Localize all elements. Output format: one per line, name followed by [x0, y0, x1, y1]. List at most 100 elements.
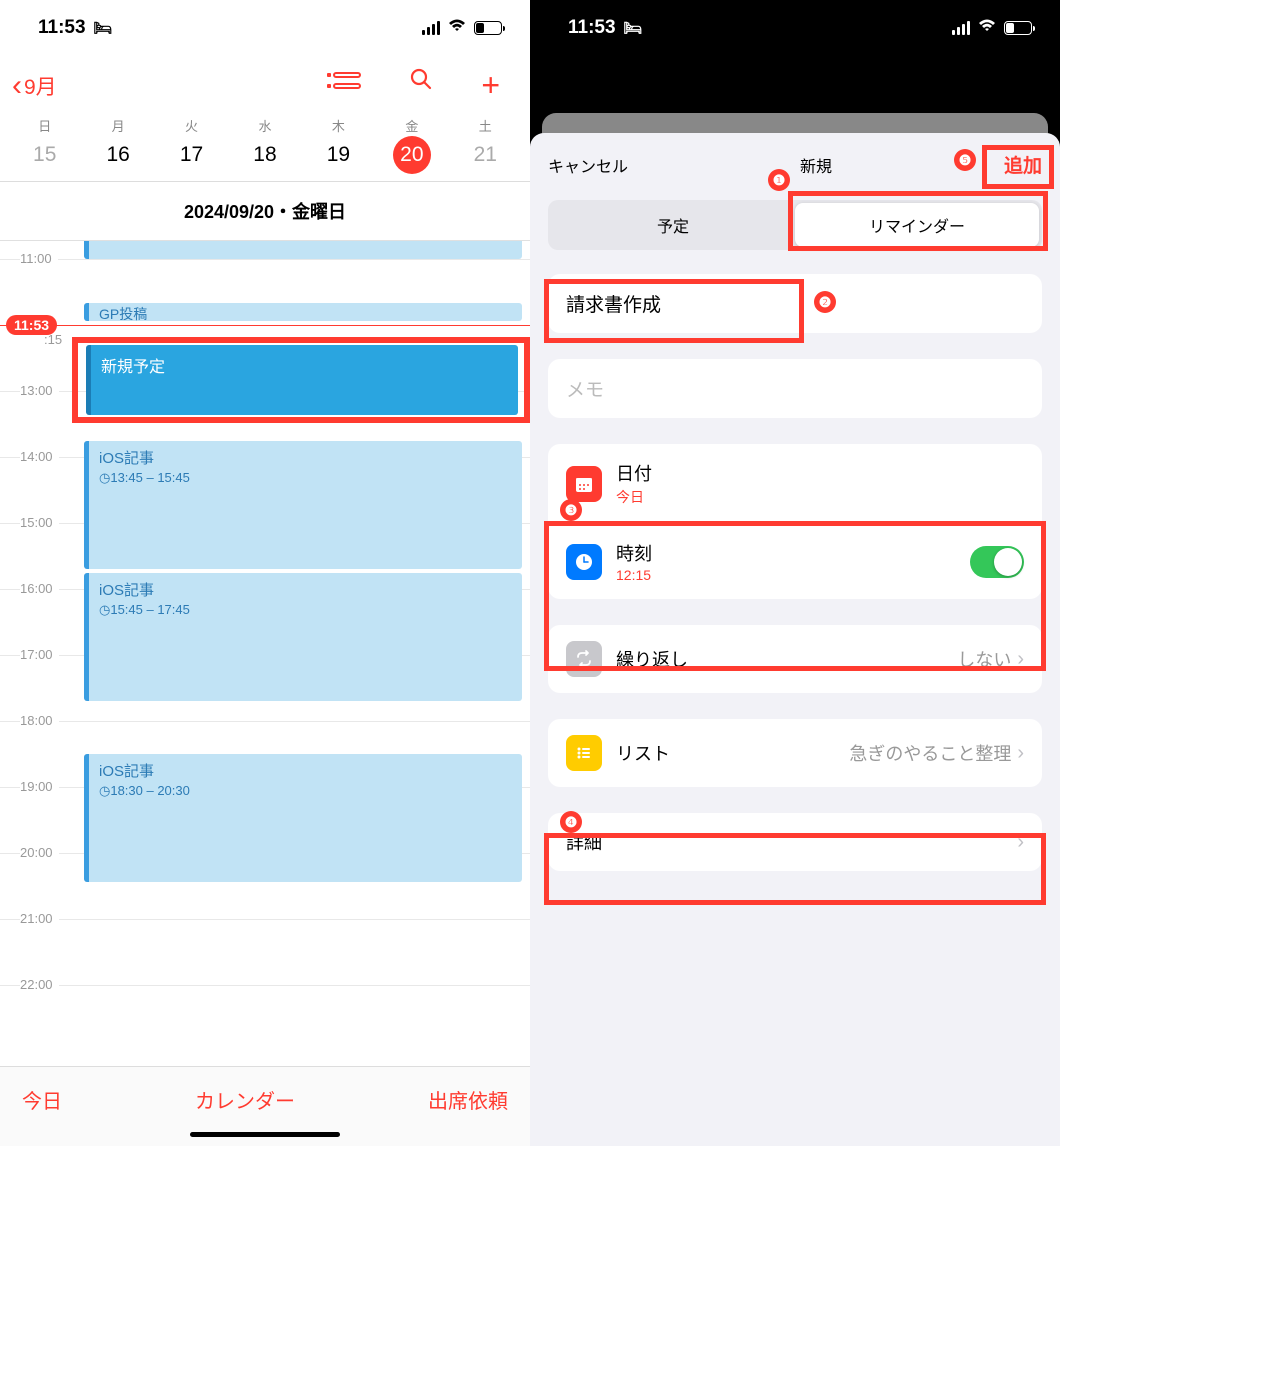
date-cell[interactable]: 16: [81, 143, 154, 167]
wifi-icon: [978, 18, 996, 38]
weekday-label: 月: [81, 116, 154, 135]
hour-label: 22:00: [20, 977, 59, 992]
calendar-screen: 11:53 🛏 ‹ 9月 + 日 月 火 水: [0, 0, 530, 1146]
annotation-badge-1: ❶: [768, 169, 790, 191]
chevron-right-icon: ›: [1017, 831, 1024, 854]
today-button[interactable]: 今日: [22, 1085, 62, 1114]
hour-label: 18:00: [20, 713, 59, 728]
memo-field[interactable]: メモ: [548, 359, 1042, 418]
event-ios1[interactable]: iOS記事 ◷13:45 – 15:45: [84, 441, 522, 569]
date-row[interactable]: 日付 今日: [548, 444, 1042, 524]
date-cell[interactable]: 21: [449, 143, 522, 167]
clock-icon: ◷: [99, 783, 110, 799]
repeat-icon: [566, 641, 602, 677]
clock-icon: ◷: [99, 602, 110, 618]
segment-event[interactable]: 予定: [551, 203, 795, 247]
weekday-label: 木: [302, 116, 375, 135]
hour-label: 17:00: [20, 647, 59, 662]
date-banner: 2024/09/20・金曜日: [0, 182, 530, 241]
event-time: 13:45 – 15:45: [110, 470, 190, 485]
segment-reminder[interactable]: リマインダー: [795, 203, 1039, 247]
bottom-bar: 今日 カレンダー 出席依頼: [0, 1066, 530, 1146]
event-time: 18:30 – 20:30: [110, 783, 190, 798]
event-ios3[interactable]: iOS記事 ◷18:30 – 20:30: [84, 754, 522, 882]
weekday-label: 土: [449, 116, 522, 135]
current-time-badge: 11:53: [6, 315, 57, 335]
date-cell[interactable]: 15: [8, 143, 81, 167]
status-bar: 11:53 🛏: [530, 0, 1060, 55]
hour-label: 16:00: [20, 581, 59, 596]
week-header: 日 月 火 水 木 金 土: [0, 112, 530, 135]
hour-label: 19:00: [20, 779, 59, 794]
home-indicator[interactable]: [190, 1132, 340, 1137]
annotation-badge-5: ❺: [954, 149, 976, 171]
wifi-icon: [448, 18, 466, 38]
calendars-button[interactable]: カレンダー: [195, 1085, 295, 1114]
chevron-right-icon: ›: [1017, 742, 1024, 765]
date-value: 今日: [616, 487, 1024, 507]
event-ios2[interactable]: iOS記事 ◷15:45 – 17:45: [84, 573, 522, 701]
status-bar: 11:53 🛏: [0, 0, 530, 55]
event-title: iOS記事: [99, 760, 512, 781]
new-event-block[interactable]: 新規予定: [86, 345, 518, 415]
event-title: iOS記事: [99, 447, 512, 468]
list-label: リスト: [616, 740, 849, 766]
title-value: 請求書作成: [566, 290, 661, 317]
repeat-row[interactable]: 繰り返し しない ›: [548, 625, 1042, 693]
date-cell[interactable]: 19: [302, 143, 375, 167]
event-title: iOS記事: [99, 579, 512, 600]
title-field[interactable]: 請求書作成: [548, 274, 1042, 333]
search-icon[interactable]: [409, 67, 433, 104]
dates-row: 15 16 17 18 19 20 21: [0, 135, 530, 182]
weekday-label: 水: [228, 116, 301, 135]
hour-label: 20:00: [20, 845, 59, 860]
list-value: 急ぎのやること整理: [849, 740, 1011, 766]
new-sheet: キャンセル 新規 追加 予定 リマインダー 請求書作成 メモ: [530, 133, 1060, 1146]
annotation-badge-3: ❸: [560, 499, 582, 521]
list-icon: [566, 735, 602, 771]
add-button[interactable]: 追加: [1004, 151, 1042, 178]
signal-icon: [952, 21, 970, 35]
back-button[interactable]: ‹ 9月: [0, 69, 57, 103]
event-gp[interactable]: GP投稿: [84, 303, 522, 321]
battery-icon: [474, 21, 502, 35]
add-icon[interactable]: +: [481, 67, 500, 104]
event-title: 新規予定: [101, 359, 165, 376]
date-cell[interactable]: 17: [155, 143, 228, 167]
inbox-button[interactable]: 出席依頼: [428, 1085, 508, 1114]
event-block[interactable]: [84, 241, 522, 259]
repeat-value: しない: [957, 646, 1011, 672]
list-row[interactable]: リスト 急ぎのやること整理 ›: [548, 719, 1042, 787]
chevron-right-icon: ›: [1017, 648, 1024, 671]
segmented-control[interactable]: 予定 リマインダー: [548, 200, 1042, 250]
list-view-icon[interactable]: [327, 67, 361, 104]
hour-label: 15:00: [20, 515, 59, 530]
date-label: 日付: [616, 460, 1024, 486]
event-title: GP投稿: [99, 306, 147, 322]
time-row[interactable]: 時刻 12:15: [548, 524, 1042, 599]
clock-icon: ◷: [99, 470, 110, 486]
chevron-left-icon: ‹: [12, 69, 22, 103]
clock-icon: [566, 544, 602, 580]
details-row[interactable]: 詳細 ›: [548, 813, 1042, 871]
back-label: 9月: [24, 71, 57, 101]
time-toggle[interactable]: [970, 546, 1024, 578]
repeat-label: 繰り返し: [616, 646, 957, 672]
hour-label: 14:00: [20, 449, 59, 464]
date-cell[interactable]: 18: [228, 143, 301, 167]
new-reminder-screen: 11:53 🛏 キャンセル 新規 追加 予定 リマインダー: [530, 0, 1060, 1146]
cancel-button[interactable]: キャンセル: [548, 153, 628, 177]
bed-icon: 🛏: [94, 19, 113, 37]
date-cell-today[interactable]: 20: [375, 143, 448, 167]
time-label: 時刻: [616, 540, 970, 566]
annotation-badge-2: ❷: [814, 291, 836, 313]
weekday-label: 金: [375, 116, 448, 135]
battery-icon: [1004, 21, 1032, 35]
memo-placeholder: メモ: [566, 375, 604, 402]
sheet-title: 新規: [800, 153, 832, 177]
calendar-header: ‹ 9月 +: [0, 55, 530, 112]
hour-label: 21:00: [20, 911, 59, 926]
signal-icon: [422, 21, 440, 35]
calendar-icon: [566, 466, 602, 502]
timeline[interactable]: 11:00 :15 13:00 14:00 15:00 16:00 17:00 …: [0, 241, 530, 1051]
